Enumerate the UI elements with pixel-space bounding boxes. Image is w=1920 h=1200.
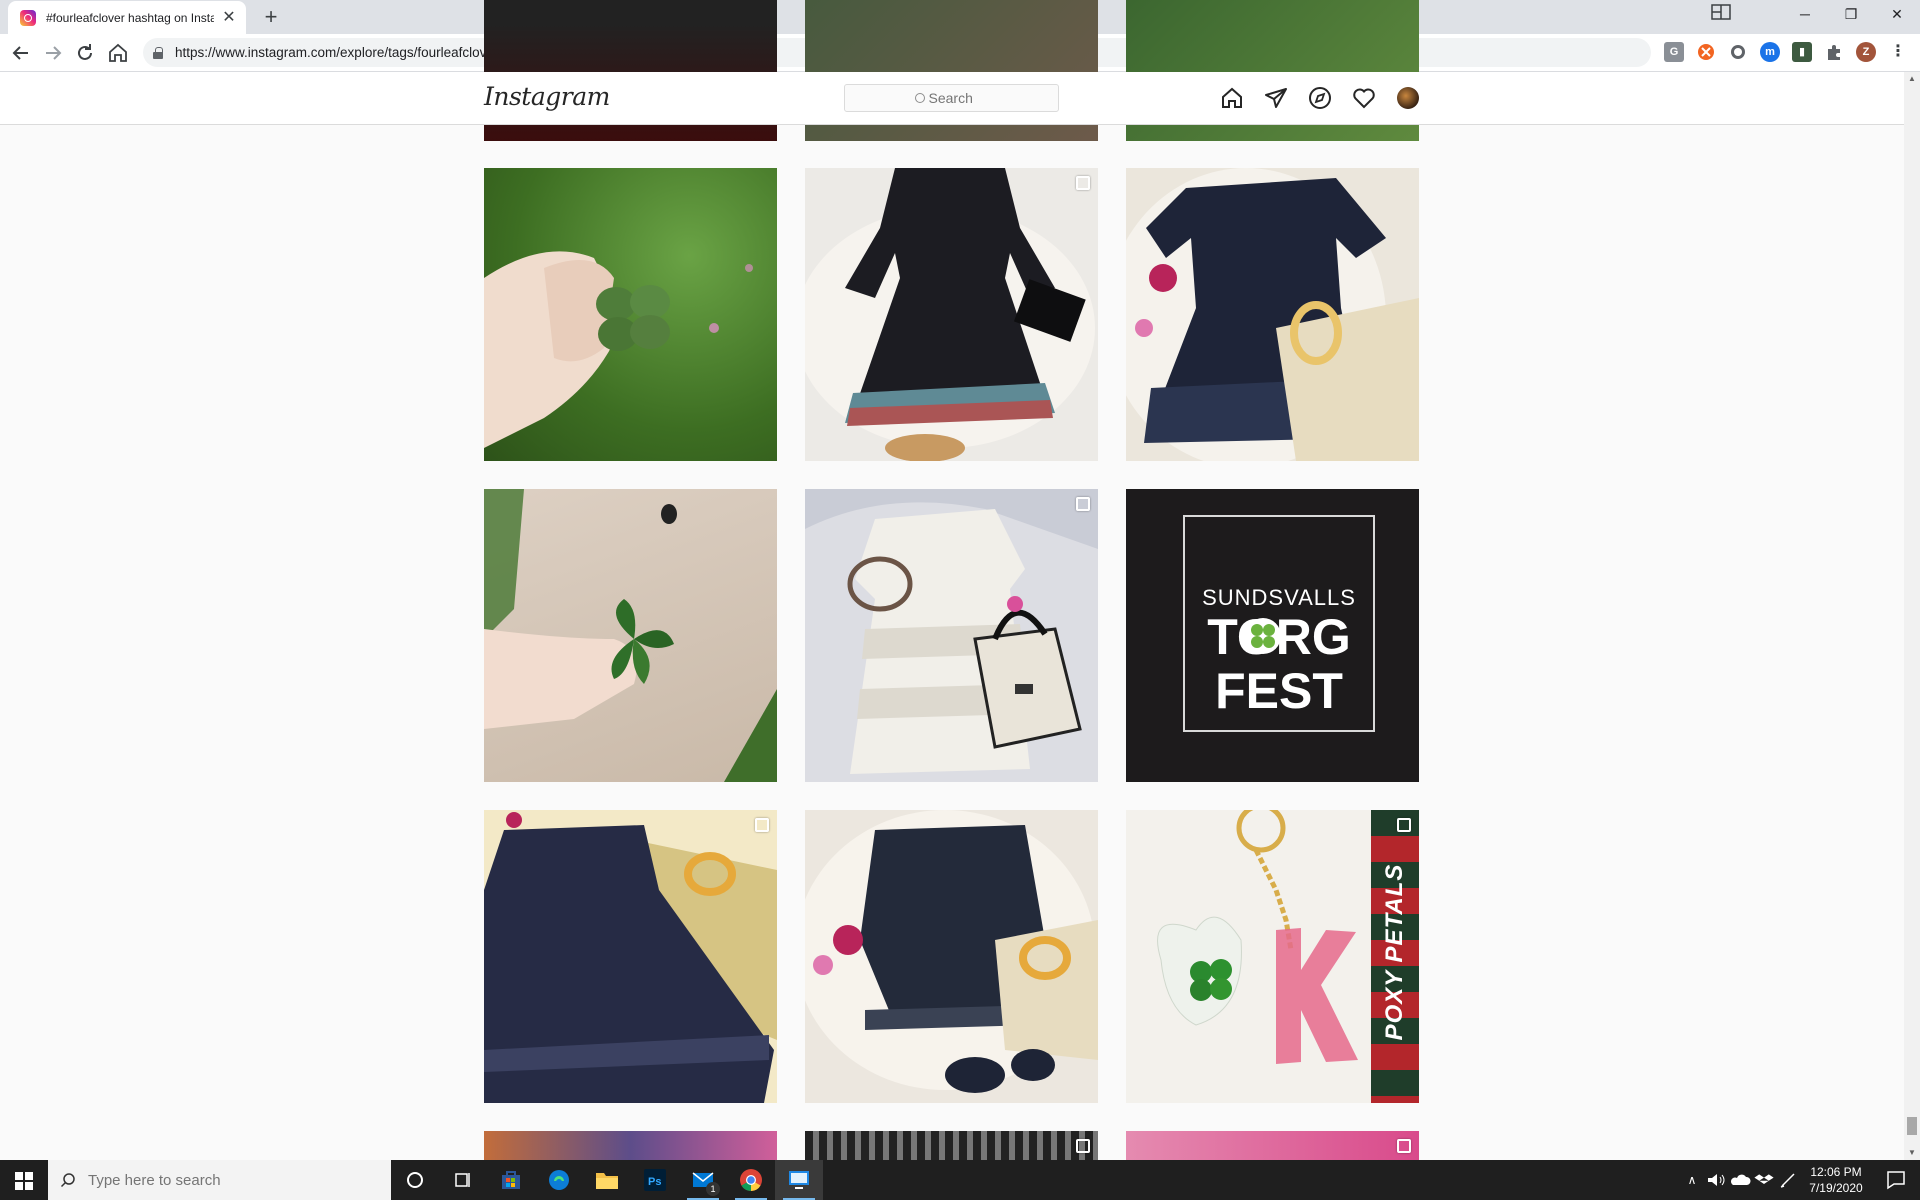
multiple-photos-icon (1076, 176, 1090, 190)
restore-button[interactable]: ❐ (1828, 0, 1874, 28)
url-text[interactable]: https://www.instagram.com/explore/tags/f… (175, 45, 502, 60)
search-box[interactable] (844, 84, 1059, 112)
post-tile-black-dress[interactable] (805, 168, 1098, 461)
clover-logo-icon (1245, 618, 1281, 654)
taskbar-search-input[interactable] (88, 1171, 368, 1189)
dress-photo (805, 502, 1098, 782)
multiple-photos-icon (1076, 1139, 1090, 1153)
microsoft-store-icon[interactable] (487, 1160, 535, 1200)
scroll-up-arrow-icon[interactable]: ▲ (1908, 74, 1916, 83)
notifications-icon[interactable] (1872, 1160, 1920, 1200)
scroll-thumb[interactable] (1907, 1117, 1917, 1135)
svg-text:Ps: Ps (648, 1176, 661, 1188)
task-view-icon[interactable] (439, 1160, 487, 1200)
post-tile-keychain[interactable]: POXY PETALS (1126, 810, 1419, 1103)
post-tile-blue-dress[interactable] (1126, 168, 1419, 461)
tab-title: #fourleafclover hashtag on Instagram (46, 10, 214, 25)
post-tile-torgfest[interactable]: SUNDSVALLS TORG FEST (1126, 489, 1419, 782)
taskbar-clock[interactable]: 12:06 PM 7/19/2020 (1800, 1164, 1872, 1196)
torgfest-line2-g: G (1311, 609, 1351, 665)
forward-arrow-icon[interactable] (41, 41, 65, 65)
instagram-favicon-icon (20, 9, 36, 26)
post-tile[interactable] (1126, 1131, 1419, 1160)
multiple-photos-icon (755, 818, 769, 832)
extension-circle-icon[interactable] (1728, 42, 1748, 62)
explore-compass-icon[interactable] (1308, 86, 1332, 110)
grammarly-extension-icon[interactable]: G (1664, 42, 1684, 62)
instagram-logo[interactable]: Instagram (484, 82, 610, 111)
instagram-header: Instagram (0, 72, 1904, 125)
lock-icon (153, 46, 163, 59)
taskbar-search-box[interactable] (48, 1160, 391, 1200)
torgfest-line3: FEST (1215, 663, 1343, 719)
clover-photo (484, 251, 753, 448)
post-tile[interactable] (805, 1131, 1098, 1160)
keychain-banner-text: POXY PETALS (1381, 863, 1408, 1041)
browser-tab[interactable]: #fourleafclover hashtag on Instagram ✕ (8, 1, 246, 34)
extension-blue-icon[interactable]: m (1760, 42, 1780, 62)
tab-search-layout-icon[interactable] (1710, 2, 1732, 22)
chrome-taskbar-icon[interactable] (727, 1160, 775, 1200)
pen-workspace-icon[interactable] (1776, 1172, 1800, 1188)
close-window-button[interactable]: ✕ (1874, 0, 1920, 28)
post-tile-clover-sand[interactable] (484, 489, 777, 782)
minimize-button[interactable]: ─ (1782, 0, 1828, 28)
clock-time: 12:06 PM (1810, 1165, 1862, 1179)
search-icon (914, 93, 925, 103)
search-input[interactable] (928, 90, 989, 106)
tab-close-icon[interactable]: ✕ (220, 9, 238, 27)
cortana-icon[interactable] (391, 1160, 439, 1200)
post-tile-clover-hand[interactable] (484, 168, 777, 461)
multiple-photos-icon (1397, 1139, 1411, 1153)
photoshop-icon[interactable]: Ps (631, 1160, 679, 1200)
reload-icon[interactable] (73, 41, 97, 65)
dress-photo (805, 168, 1095, 461)
mail-icon[interactable]: 1 (679, 1160, 727, 1200)
clock-date: 7/19/2020 (1809, 1181, 1863, 1195)
edge-browser-icon[interactable] (535, 1160, 583, 1200)
extension-green-icon[interactable]: ▮ (1792, 42, 1812, 62)
search-icon (60, 1173, 75, 1188)
mail-badge: 1 (706, 1182, 720, 1196)
file-explorer-icon[interactable] (583, 1160, 631, 1200)
profile-avatar[interactable]: Z (1856, 42, 1876, 62)
multiple-photos-icon (1076, 497, 1090, 511)
windows-taskbar: Ps 1 ∧ 12:06 PM 7/19/2020 (0, 1160, 1920, 1200)
romper-photo (805, 810, 1098, 1093)
activity-heart-icon[interactable] (1352, 86, 1376, 110)
dress-photo (484, 810, 777, 1103)
home-nav-icon[interactable] (1220, 86, 1244, 110)
clover-photo (484, 489, 777, 782)
post-tile-romper[interactable] (805, 810, 1098, 1103)
dropbox-icon[interactable] (1752, 1172, 1776, 1188)
home-icon[interactable] (106, 41, 130, 65)
system-tray: ∧ 12:06 PM 7/19/2020 (1680, 1160, 1920, 1200)
page-scrollbar[interactable]: ▲ ▼ (1904, 72, 1920, 1160)
dress-photo (1126, 168, 1419, 461)
post-tile-navy-dress[interactable] (484, 810, 777, 1103)
post-tile-white-dress[interactable] (805, 489, 1098, 782)
onedrive-cloud-icon[interactable] (1728, 1172, 1752, 1188)
volume-icon[interactable] (1704, 1172, 1728, 1188)
torgfest-line1: SUNDSVALLS (1202, 585, 1356, 610)
multiple-photos-icon (1397, 818, 1411, 832)
chrome-menu-icon[interactable]: ⋮ (1888, 42, 1908, 62)
scroll-down-arrow-icon[interactable]: ▼ (1908, 1148, 1916, 1157)
show-hidden-icons-icon[interactable]: ∧ (1680, 1173, 1704, 1187)
direct-messages-icon[interactable] (1264, 86, 1288, 110)
post-tile[interactable] (484, 1131, 777, 1160)
new-tab-button[interactable]: + (258, 4, 284, 30)
back-arrow-icon[interactable] (9, 41, 33, 65)
extensions-puzzle-icon[interactable] (1824, 42, 1844, 62)
remote-desktop-icon[interactable] (775, 1160, 823, 1200)
extension-orange-icon[interactable] (1696, 42, 1716, 62)
user-avatar[interactable] (1397, 87, 1419, 109)
windows-start-icon[interactable] (0, 1160, 48, 1200)
